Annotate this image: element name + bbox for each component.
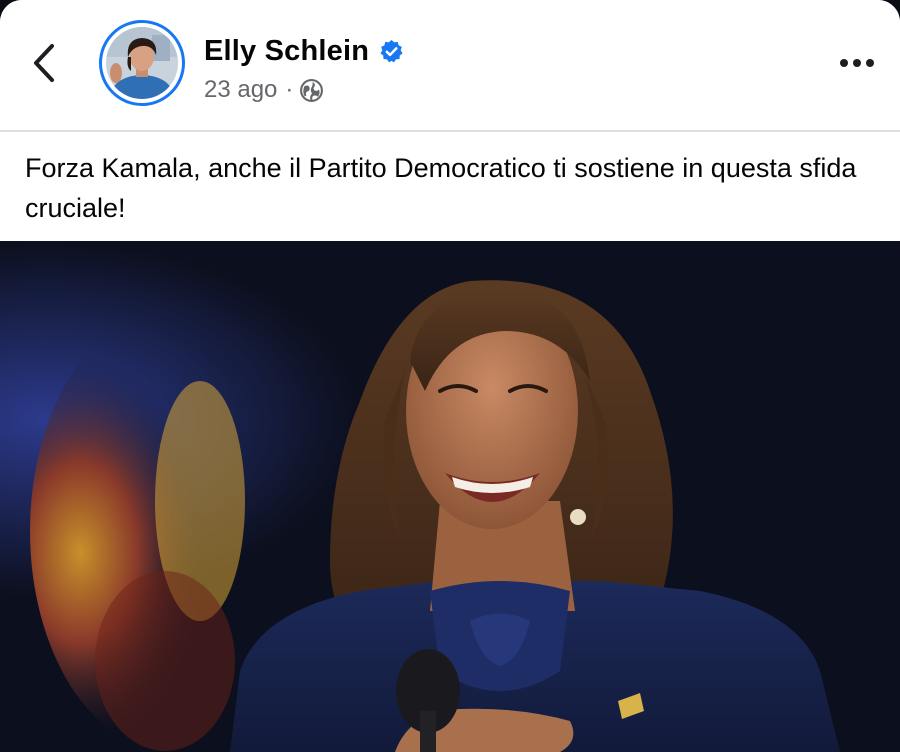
back-button[interactable] <box>22 38 70 86</box>
post-date[interactable]: 23 ago <box>204 76 277 104</box>
author-name-row: Elly Schlein <box>204 31 404 71</box>
post-meta: 23 ago · <box>204 74 324 106</box>
author-avatar-button[interactable] <box>99 20 185 106</box>
more-options-button[interactable] <box>832 42 882 82</box>
chevron-left-icon <box>34 44 54 82</box>
post-text: Forza Kamala, anche il Partito Democrati… <box>25 153 857 223</box>
photo-image <box>0 241 900 752</box>
avatar-image <box>106 27 178 99</box>
header-divider <box>0 130 900 132</box>
avatar <box>106 27 178 99</box>
post-card: Elly Schlein 23 ago · Forza Kamala, anch… <box>0 0 900 752</box>
verified-badge-icon <box>379 39 404 64</box>
author-name[interactable]: Elly Schlein <box>204 35 369 68</box>
post-header: Elly Schlein 23 ago · <box>0 0 900 130</box>
post-photo[interactable] <box>0 241 900 752</box>
globe-icon <box>299 78 324 103</box>
more-horizontal-icon <box>840 59 874 67</box>
meta-separator: · <box>285 76 294 103</box>
